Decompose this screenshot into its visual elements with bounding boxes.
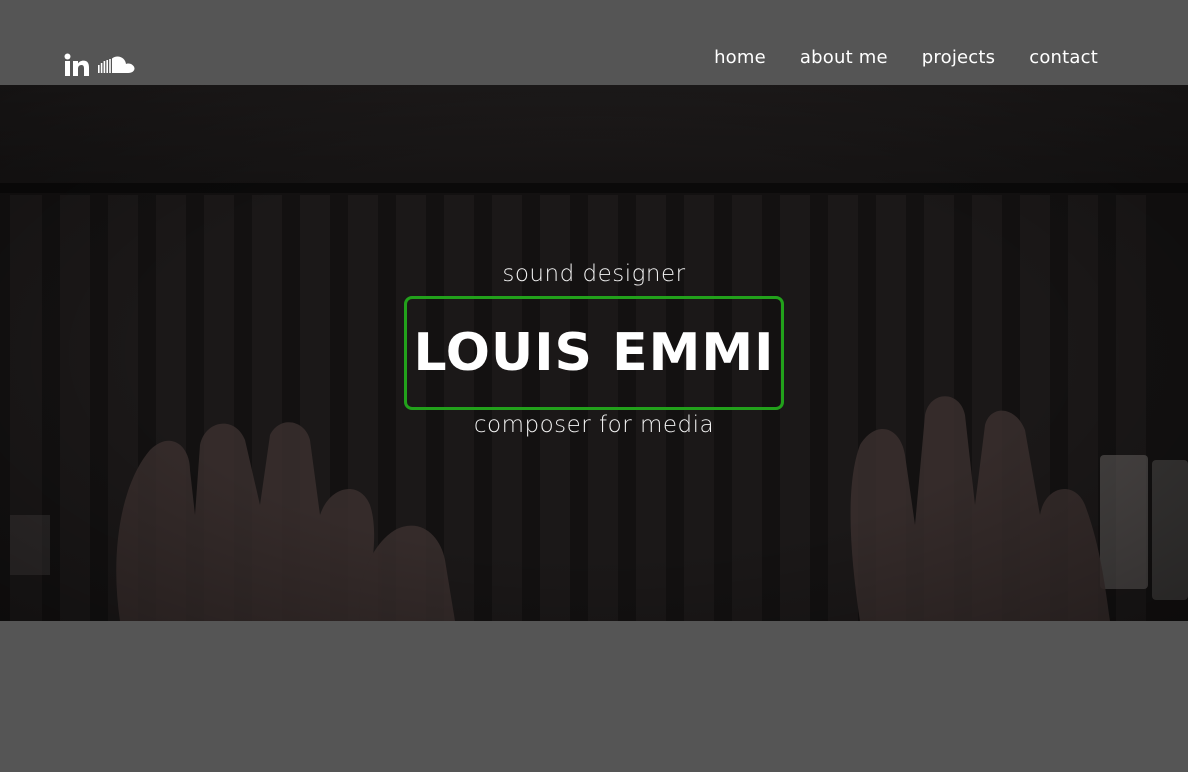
linkedin-link[interactable] (64, 53, 90, 77)
main-nav: home about me projects contact (714, 45, 1098, 71)
nav-home[interactable]: home (714, 45, 766, 71)
hero-name-box: LOUIS EMMI (404, 296, 784, 410)
nav-projects[interactable]: projects (922, 45, 995, 71)
below-hero-area (0, 621, 1188, 772)
site-header: home about me projects contact (0, 0, 1188, 85)
nav-contact[interactable]: contact (1029, 45, 1098, 71)
soundcloud-link[interactable] (98, 56, 136, 74)
social-links (64, 52, 136, 78)
soundcloud-icon (98, 56, 135, 73)
hero-content: sound designer LOUIS EMMI composer for m… (0, 85, 1188, 621)
hero-name: LOUIS EMMI (413, 323, 775, 383)
nav-about-me[interactable]: about me (800, 45, 888, 71)
hero-section: sound designer LOUIS EMMI composer for m… (0, 85, 1188, 621)
hero-subtitle-bottom: composer for media (473, 412, 715, 438)
linkedin-icon (64, 53, 89, 76)
hero-subtitle-top: sound designer (502, 261, 686, 287)
